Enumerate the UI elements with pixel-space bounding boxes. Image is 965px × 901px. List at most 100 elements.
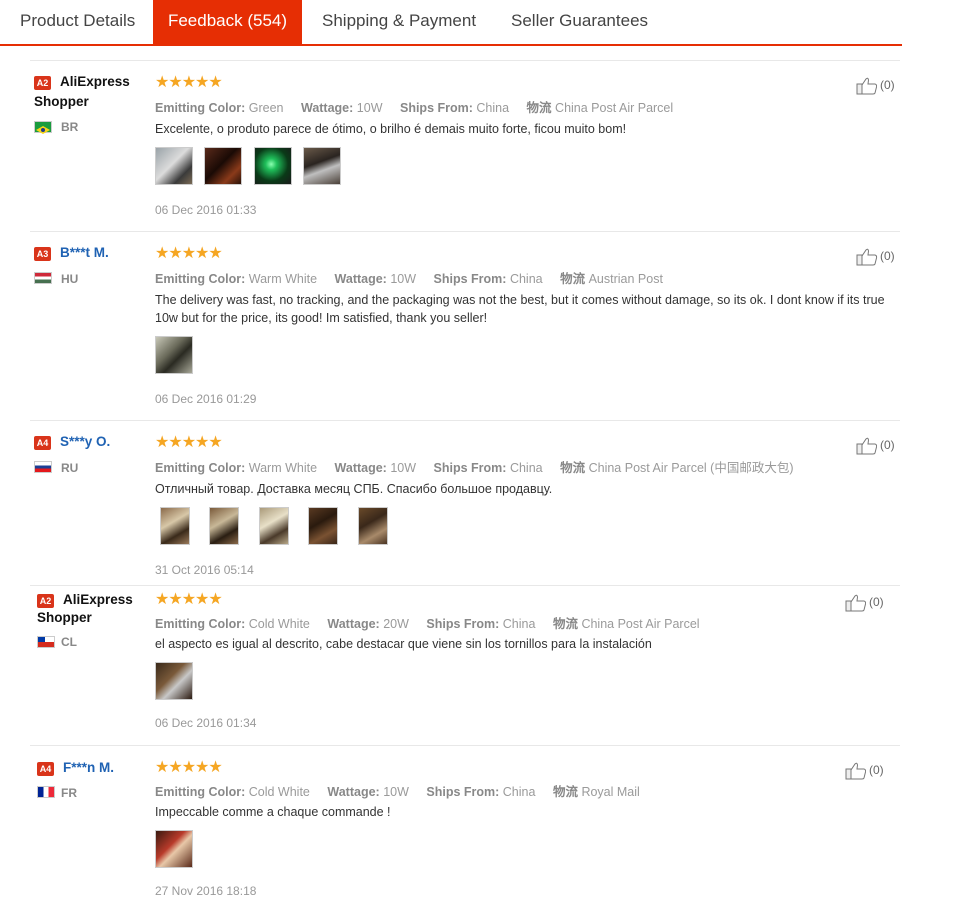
ships-from: China bbox=[476, 101, 510, 115]
rating-stars: ★★★★★ bbox=[155, 759, 223, 776]
wattage: 20W bbox=[383, 617, 409, 631]
helpful-count: (0) bbox=[880, 438, 895, 453]
review-date: 31 Oct 2016 05:14 bbox=[155, 563, 254, 577]
emitting-color: Warm White bbox=[248, 272, 318, 286]
thumbs-up-icon bbox=[856, 248, 878, 266]
review-photos bbox=[155, 830, 200, 868]
logistics: China Post Air Parcel (中国邮政大包) bbox=[588, 461, 794, 475]
review-photos bbox=[155, 662, 200, 700]
review-date: 06 Dec 2016 01:29 bbox=[155, 392, 257, 406]
tab-feedback[interactable]: Feedback (554) bbox=[153, 0, 302, 44]
emitting-color: Warm White bbox=[248, 461, 318, 475]
flag-russia-icon bbox=[34, 461, 52, 473]
helpful-button[interactable]: (0) bbox=[856, 77, 895, 95]
flag-france-icon bbox=[37, 786, 55, 798]
review-photo-thumbnail[interactable] bbox=[204, 147, 243, 185]
review-photos bbox=[155, 336, 200, 374]
tab-seller-guarantees[interactable]: Seller Guarantees bbox=[511, 0, 648, 44]
ships-from: China bbox=[509, 461, 543, 475]
logistics: Austrian Post bbox=[588, 272, 663, 286]
thumbs-up-icon bbox=[845, 594, 867, 612]
rating-stars: ★★★★★ bbox=[155, 74, 223, 91]
helpful-count: (0) bbox=[869, 595, 884, 610]
helpful-button[interactable]: (0) bbox=[856, 437, 895, 455]
helpful-button[interactable]: (0) bbox=[845, 762, 884, 780]
review-date: 06 Dec 2016 01:34 bbox=[155, 716, 257, 730]
rating-stars: ★★★★★ bbox=[155, 245, 223, 262]
reviewer-country: BR bbox=[61, 120, 79, 134]
buyer-level-badge: A4 bbox=[34, 436, 51, 450]
review-item: A4 F***n M. FR ★★★★★ Emitting Color: Col… bbox=[30, 745, 900, 901]
review-item: A4 S***y O. RU ★★★★★ Emitting Color: War… bbox=[30, 420, 900, 586]
order-attributes: Emitting Color: Warm White Wattage: 10W … bbox=[155, 461, 794, 475]
buyer-level-badge: A2 bbox=[37, 594, 54, 608]
ships-from: China bbox=[502, 785, 536, 799]
emitting-color: Green bbox=[248, 101, 284, 115]
reviewer-name-line2: Shopper bbox=[34, 94, 89, 109]
thumbs-up-icon bbox=[856, 437, 878, 455]
thumbs-up-icon bbox=[845, 762, 867, 780]
logistics: Royal Mail bbox=[581, 785, 640, 799]
helpful-count: (0) bbox=[880, 249, 895, 264]
review-item: A2 AliExpress Shopper BR ★★★★★ Emitting … bbox=[30, 60, 900, 232]
review-photo-thumbnail[interactable] bbox=[209, 507, 240, 545]
ships-from: China bbox=[502, 617, 536, 631]
reviewer-name[interactable]: B***t M. bbox=[60, 244, 109, 262]
review-item: A3 B***t M. HU ★★★★★ Emitting Color: War… bbox=[30, 231, 900, 421]
helpful-count: (0) bbox=[869, 763, 884, 778]
review-date: 06 Dec 2016 01:33 bbox=[155, 203, 257, 217]
review-photo-thumbnail[interactable] bbox=[258, 507, 289, 545]
tab-shipping-payment[interactable]: Shipping & Payment bbox=[322, 0, 476, 44]
buyer-level-badge: A3 bbox=[34, 247, 51, 261]
logistics: China Post Air Parcel bbox=[581, 617, 700, 631]
reviewer-country: RU bbox=[61, 461, 79, 475]
review-text: Excelente, o produto parece de ótimo, o … bbox=[155, 122, 627, 136]
review-text: The delivery was fast, no tracking, and … bbox=[155, 293, 885, 325]
helpful-count: (0) bbox=[880, 78, 895, 93]
review-photo-thumbnail[interactable] bbox=[308, 507, 339, 545]
reviewer-country: CL bbox=[61, 635, 77, 649]
reviewer-name-line2: Shopper bbox=[37, 610, 92, 625]
review-photo-thumbnail[interactable] bbox=[155, 336, 193, 374]
order-attributes: Emitting Color: Cold White Wattage: 10W … bbox=[155, 785, 640, 799]
order-attributes: Emitting Color: Warm White Wattage: 10W … bbox=[155, 272, 663, 286]
review-item: A2 AliExpress Shopper CL ★★★★★ Emitting … bbox=[30, 585, 900, 746]
reviewer-name[interactable]: F***n M. bbox=[63, 759, 114, 777]
review-photos bbox=[160, 507, 395, 545]
review-photo-thumbnail[interactable] bbox=[155, 147, 193, 185]
flag-chile-icon bbox=[37, 636, 55, 648]
review-photo-thumbnail[interactable] bbox=[303, 147, 342, 185]
reviewer-name: AliExpress bbox=[60, 74, 130, 89]
reviewer-name[interactable]: S***y O. bbox=[60, 433, 110, 451]
rating-stars: ★★★★★ bbox=[155, 591, 223, 608]
flag-hungary-icon bbox=[34, 272, 52, 284]
helpful-button[interactable]: (0) bbox=[845, 594, 884, 612]
wattage: 10W bbox=[390, 461, 417, 475]
feedback-tabs: Product Details Feedback (554) Shipping … bbox=[0, 0, 902, 46]
reviewer-country: FR bbox=[61, 786, 77, 800]
thumbs-up-icon bbox=[856, 77, 878, 95]
emitting-color: Cold White bbox=[248, 785, 310, 799]
wattage: 10W bbox=[356, 101, 383, 115]
emitting-color: Cold White bbox=[248, 617, 310, 631]
wattage: 10W bbox=[383, 785, 409, 799]
buyer-level-badge: A2 bbox=[34, 76, 51, 90]
order-attributes: Emitting Color: Cold White Wattage: 20W … bbox=[155, 617, 700, 631]
ships-from: China bbox=[509, 272, 543, 286]
review-text: Impeccable comme a chaque commande ! bbox=[155, 805, 391, 819]
helpful-button[interactable]: (0) bbox=[856, 248, 895, 266]
review-photo-thumbnail[interactable] bbox=[155, 662, 193, 700]
buyer-level-badge: A4 bbox=[37, 762, 54, 776]
tab-product-details[interactable]: Product Details bbox=[0, 0, 152, 44]
review-text: el aspecto es igual al descrito, cabe de… bbox=[155, 637, 652, 651]
review-photo-thumbnail[interactable] bbox=[155, 830, 193, 868]
review-photo-thumbnail[interactable] bbox=[253, 147, 292, 185]
review-photo-thumbnail[interactable] bbox=[160, 507, 190, 545]
flag-brazil-icon bbox=[34, 121, 52, 134]
logistics: China Post Air Parcel bbox=[555, 101, 674, 115]
review-date: 27 Nov 2016 18:18 bbox=[155, 884, 257, 898]
reviewer-country: HU bbox=[61, 272, 79, 286]
review-photo-thumbnail[interactable] bbox=[357, 507, 388, 545]
review-text: Отличный товар. Доставка месяц СПБ. Спас… bbox=[155, 482, 553, 496]
wattage: 10W bbox=[390, 272, 417, 286]
